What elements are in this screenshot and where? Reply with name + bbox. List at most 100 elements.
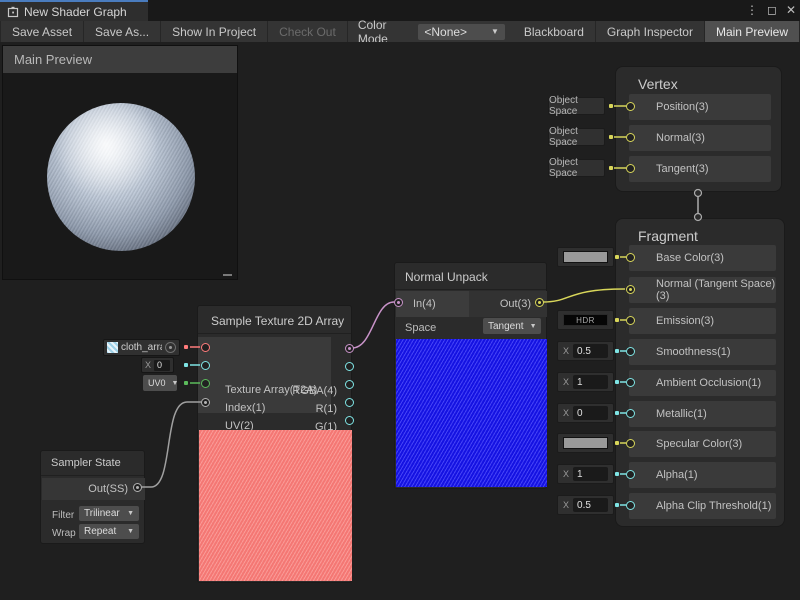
smoothness-field[interactable]: 0.5 [573, 344, 608, 358]
close-icon[interactable]: ✕ [786, 0, 796, 21]
port-normal[interactable] [626, 133, 635, 142]
port-a-out[interactable] [345, 416, 354, 425]
ao-field[interactable]: 1 [573, 375, 608, 389]
tangent-space-value: Object Space [549, 157, 604, 179]
port-specular[interactable] [626, 439, 635, 448]
port-rgba-out[interactable] [345, 344, 354, 353]
object-picker-icon[interactable] [165, 342, 176, 353]
metallic-field[interactable]: 0 [573, 406, 608, 420]
dot-normal [609, 135, 613, 139]
x-prefix: X [563, 408, 569, 418]
main-preview-toggle-button[interactable]: Main Preview [705, 21, 800, 42]
unpack-node-title: Normal Unpack [405, 270, 488, 284]
graph-canvas[interactable]: Main Preview Vertex Position(3) Normal(3… [0, 42, 800, 600]
input-index-label: Index(1) [225, 402, 265, 414]
texture-name: cloth_array [121, 342, 162, 353]
fragment-node-title: Fragment [638, 228, 698, 244]
smoothness-float-widget[interactable]: X 0.5 [557, 341, 614, 361]
port-position[interactable] [626, 102, 635, 111]
space-label: Space [405, 322, 436, 334]
port-uv-in[interactable] [201, 379, 210, 388]
tab-title: New Shader Graph [24, 5, 127, 19]
port-basecolor[interactable] [626, 253, 635, 262]
normal-unpack-node[interactable]: Normal Unpack In(4) Out(3) Space Tangent… [394, 262, 547, 489]
uv-channel-value: UV0 [148, 378, 166, 388]
alphaclip-field[interactable]: 0.5 [573, 498, 608, 512]
show-in-project-button[interactable]: Show In Project [161, 21, 268, 42]
specular-swatch-widget[interactable] [557, 433, 614, 453]
filter-label: Filter [52, 510, 74, 521]
maximize-icon[interactable]: ◻ [767, 0, 777, 21]
check-out-button[interactable]: Check Out [268, 21, 348, 42]
port-alpha[interactable] [626, 470, 635, 479]
basecolor-label: Base Color(3) [656, 252, 724, 264]
port-ao[interactable] [626, 378, 635, 387]
out-ss-label: Out(SS) [88, 483, 128, 495]
texture-thumbnail-icon [107, 342, 118, 353]
sample-texture-2d-array-node[interactable]: Sample Texture 2D Array Texture Array(T2… [197, 305, 352, 583]
normal-space-chip[interactable]: Object Space [548, 128, 605, 146]
fragment-node[interactable]: Fragment Base Color(3) Normal (Tangent S… [615, 218, 785, 527]
normal-space-value: Object Space [549, 126, 604, 148]
port-alphaclip[interactable] [626, 501, 635, 510]
port-texture-array-in[interactable] [201, 343, 210, 352]
port-smoothness[interactable] [626, 347, 635, 356]
port-unpack-out[interactable] [535, 298, 544, 307]
filter-dropdown[interactable]: Trilinear▼ [79, 506, 139, 521]
ao-float-widget[interactable]: X1 [557, 372, 614, 392]
position-space-chip[interactable]: Object Space [548, 97, 605, 115]
chevron-down-icon: ▼ [166, 380, 179, 387]
port-unpack-in[interactable] [394, 298, 403, 307]
dot-basecolor [615, 255, 619, 259]
dot-metallic [615, 411, 619, 415]
save-as-button[interactable]: Save As... [84, 21, 161, 42]
alpha-float-widget[interactable]: X1 [557, 464, 614, 484]
sampler-state-node[interactable]: Sampler State Out(SS) Filter Trilinear▼ … [40, 450, 145, 544]
wire-sampler-state [142, 402, 201, 487]
graph-inspector-toggle-button[interactable]: Graph Inspector [596, 21, 705, 42]
color-swatch[interactable] [563, 251, 608, 263]
color-swatch[interactable] [563, 437, 608, 449]
main-preview-viewport[interactable] [3, 73, 237, 279]
wire-out-to-normal [543, 289, 625, 302]
port-g-out[interactable] [345, 380, 354, 389]
metallic-float-widget[interactable]: X0 [557, 403, 614, 423]
color-mode-dropdown[interactable]: <None> ▼ [418, 24, 505, 40]
wrap-label: Wrap [52, 528, 76, 539]
vertex-node[interactable]: Vertex Position(3) Normal(3) Tangent(3) [615, 66, 782, 192]
panel-resize-grip[interactable] [223, 274, 232, 276]
port-emission[interactable] [626, 316, 635, 325]
emission-hdr-widget[interactable]: HDR [557, 310, 614, 330]
window-menu-icon[interactable]: ⋮ [746, 0, 758, 21]
index-float-widget[interactable]: X 0 [141, 357, 174, 373]
vertex-row-normal: Normal(3) [629, 125, 771, 151]
filter-value: Trilinear [84, 508, 120, 519]
save-asset-button[interactable]: Save Asset [0, 21, 84, 42]
texture-array-object-field[interactable]: cloth_array [103, 339, 180, 356]
port-metallic[interactable] [626, 409, 635, 418]
alphaclip-float-widget[interactable]: X0.5 [557, 495, 614, 515]
port-sampler-in[interactable] [201, 398, 210, 407]
x-prefix: X [563, 346, 569, 356]
main-preview-panel: Main Preview [2, 45, 238, 280]
blackboard-toggle-button[interactable]: Blackboard [513, 21, 596, 42]
index-field[interactable]: 0 [154, 360, 170, 371]
port-normal-ts[interactable] [626, 285, 635, 294]
tangent-space-chip[interactable]: Object Space [548, 159, 605, 177]
port-b-out[interactable] [345, 398, 354, 407]
fragment-row-specular: Specular Color(3) [629, 431, 776, 457]
hdr-swatch[interactable]: HDR [563, 314, 608, 326]
main-preview-title: Main Preview [14, 52, 92, 67]
main-preview-header[interactable]: Main Preview [3, 46, 237, 73]
wrap-dropdown[interactable]: Repeat▼ [79, 524, 139, 539]
alpha-field[interactable]: 1 [573, 467, 608, 481]
basecolor-swatch-widget[interactable] [557, 247, 614, 267]
uv-channel-dropdown[interactable]: UV0▼ [143, 375, 177, 391]
port-sampler-state-out[interactable] [133, 483, 142, 492]
port-index-in[interactable] [201, 361, 210, 370]
space-dropdown[interactable]: Tangent▼ [483, 318, 541, 334]
x-prefix: X [563, 377, 569, 387]
document-tab[interactable]: New Shader Graph [0, 0, 148, 21]
port-r-out[interactable] [345, 362, 354, 371]
port-tangent[interactable] [626, 164, 635, 173]
